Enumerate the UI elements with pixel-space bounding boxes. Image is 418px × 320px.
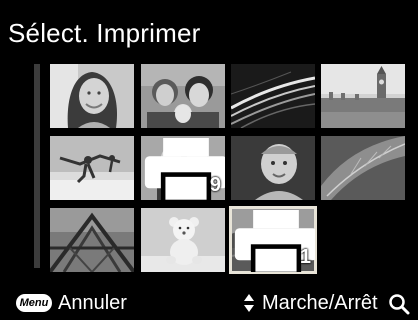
menu-button[interactable]: Menu bbox=[16, 294, 52, 312]
thumbnail-grid: 9 1 bbox=[50, 64, 406, 276]
magnifier-icon[interactable] bbox=[388, 293, 410, 315]
thumbnail-landscape-selected[interactable]: 1 bbox=[229, 206, 317, 274]
teddy-bear-image bbox=[141, 208, 225, 272]
print-copies-badge: 9 bbox=[209, 174, 221, 196]
scrollbar-thumb[interactable] bbox=[34, 64, 40, 268]
up-down-arrows-icon bbox=[244, 294, 254, 312]
family-portrait-image bbox=[141, 64, 225, 128]
bridge-image bbox=[50, 208, 134, 272]
thumbnail-bridge[interactable] bbox=[50, 208, 134, 272]
baby-image bbox=[231, 136, 315, 200]
toggle-label: Marche/Arrêt bbox=[262, 292, 378, 314]
cancel-label: Annuler bbox=[58, 292, 127, 314]
thumbnail-two-children[interactable]: 9 bbox=[141, 136, 225, 200]
thumbnail-baby[interactable] bbox=[231, 136, 315, 200]
thumbnail-big-ben[interactable] bbox=[321, 64, 405, 128]
thumbnail-family-portrait[interactable] bbox=[141, 64, 225, 128]
leaf-image bbox=[321, 136, 405, 200]
thumbnail-woman-smiling[interactable] bbox=[50, 64, 134, 128]
scrollbar[interactable] bbox=[34, 64, 40, 268]
thumbnail-teddy-bear[interactable] bbox=[141, 208, 225, 272]
footer-bar: Menu Annuler Marche/Arrêt bbox=[0, 286, 418, 320]
night-road-image bbox=[231, 64, 315, 128]
page-title: Sélect. Imprimer bbox=[8, 18, 201, 48]
family-beach-image bbox=[50, 136, 134, 200]
thumbnail-leaf[interactable] bbox=[321, 136, 405, 200]
thumbnail-family-beach[interactable] bbox=[50, 136, 134, 200]
woman-smiling-image bbox=[50, 64, 134, 128]
big-ben-image bbox=[321, 64, 405, 128]
thumbnail-night-road[interactable] bbox=[231, 64, 315, 128]
print-copies-badge: 1 bbox=[299, 246, 311, 268]
